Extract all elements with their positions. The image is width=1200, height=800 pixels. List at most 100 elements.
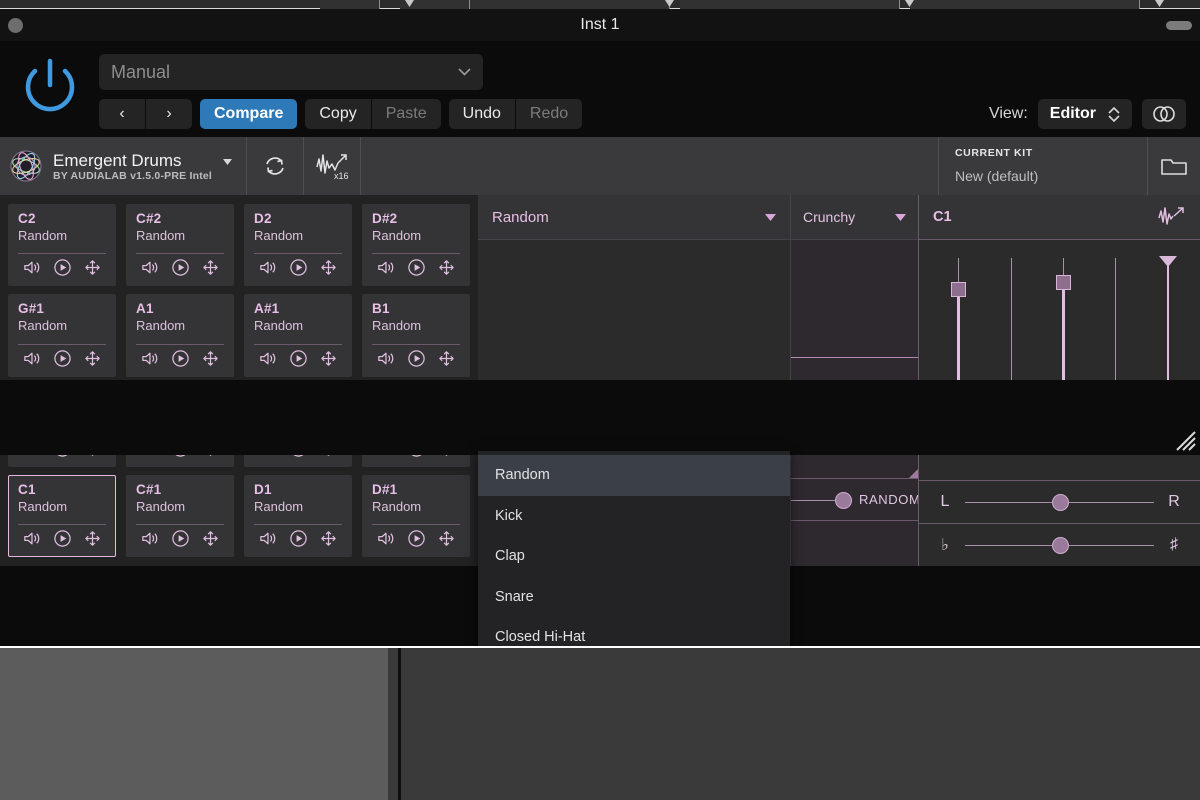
next-preset-button[interactable]: ›	[146, 99, 192, 129]
pad-Asharp1[interactable]: A#1 Random	[244, 294, 352, 377]
pad-note-label: C1	[18, 481, 36, 497]
tune-knob[interactable]	[1051, 536, 1069, 554]
link-icon	[1153, 106, 1175, 122]
speaker-icon[interactable]	[376, 258, 395, 277]
fader-high-handle[interactable]	[1159, 256, 1177, 267]
resize-grip-icon[interactable]	[1171, 426, 1197, 452]
drag-move-icon[interactable]	[201, 258, 220, 277]
pad-actions	[372, 343, 460, 372]
play-circle-icon[interactable]	[171, 529, 190, 548]
pad-actions	[136, 343, 224, 372]
play-circle-icon[interactable]	[53, 529, 72, 548]
plugin-brand-bar: Emergent Drums BY AUDIALAB v1.5.0-PRE In…	[0, 137, 1200, 195]
dropdown-option-clap[interactable]: Clap	[478, 536, 790, 577]
resize-grip-icon[interactable]	[909, 469, 918, 478]
fader-handle[interactable]	[951, 281, 966, 297]
pad-actions	[136, 253, 224, 281]
drag-move-icon[interactable]	[319, 349, 338, 368]
pad-Csharp2[interactable]: C#2 Random	[126, 204, 234, 287]
speaker-icon[interactable]	[258, 349, 277, 368]
pad-Dsharp1[interactable]: D#1 Random	[362, 474, 470, 557]
speaker-icon[interactable]	[376, 349, 395, 368]
drag-move-icon[interactable]	[437, 529, 456, 548]
fader-handle[interactable]	[1056, 275, 1071, 291]
regenerate-button[interactable]	[247, 137, 303, 195]
drag-move-icon[interactable]	[83, 529, 102, 548]
sample-type-select[interactable]: Random	[478, 195, 790, 240]
speaker-icon[interactable]	[376, 529, 395, 548]
dropdown-option-random[interactable]: Random	[478, 455, 790, 496]
pad-A1[interactable]: A1 Random	[126, 294, 234, 377]
speaker-icon[interactable]	[258, 258, 277, 277]
copy-button[interactable]: Copy	[305, 99, 371, 129]
generate-x16-button[interactable]: x16	[304, 137, 360, 195]
speaker-icon[interactable]	[22, 258, 41, 277]
pad-Dsharp2[interactable]: D#2 Random	[362, 204, 470, 287]
play-circle-icon[interactable]	[407, 349, 426, 368]
pan-knob[interactable]	[1051, 493, 1069, 511]
sample-type-dropdown[interactable]: RandomKickClapSnareClosed Hi-HatOpen Hi-…	[478, 451, 790, 646]
caret-down-icon	[765, 213, 776, 221]
drag-move-icon[interactable]	[83, 349, 102, 368]
play-circle-icon[interactable]	[407, 529, 426, 548]
window-resize-pill-icon[interactable]	[1166, 21, 1192, 30]
play-circle-icon[interactable]	[171, 258, 190, 277]
dropdown-option-snare[interactable]: Snare	[478, 577, 790, 618]
play-circle-icon[interactable]	[289, 349, 308, 368]
pad-B1[interactable]: B1 Random	[362, 294, 470, 377]
speaker-icon[interactable]	[22, 529, 41, 548]
prev-preset-button[interactable]: ‹	[99, 99, 145, 129]
drag-move-icon[interactable]	[201, 529, 220, 548]
randomness-knob[interactable]	[835, 492, 852, 509]
drag-move-icon[interactable]	[437, 258, 456, 277]
link-button[interactable]	[1142, 99, 1186, 129]
tune-track[interactable]	[965, 536, 1154, 554]
power-icon[interactable]	[19, 55, 81, 117]
drag-move-icon[interactable]	[83, 258, 102, 277]
pan-track[interactable]	[965, 493, 1154, 511]
open-kit-button[interactable]	[1148, 137, 1200, 195]
speaker-icon[interactable]	[140, 349, 159, 368]
speaker-icon[interactable]	[258, 529, 277, 548]
preset-nav-group: ‹ ›	[99, 99, 192, 129]
pad-actions	[18, 524, 106, 552]
drag-move-icon[interactable]	[201, 349, 220, 368]
drag-move-icon[interactable]	[319, 529, 338, 548]
drag-move-icon[interactable]	[437, 349, 456, 368]
view-select[interactable]: Editor	[1037, 99, 1132, 129]
pad-C2[interactable]: C2 Random	[8, 204, 116, 287]
play-circle-icon[interactable]	[53, 258, 72, 277]
caret-down-icon[interactable]	[223, 159, 233, 165]
pad-C1[interactable]: C1 Random	[8, 474, 116, 557]
paste-button[interactable]: Paste	[371, 99, 441, 129]
play-circle-icon[interactable]	[171, 349, 190, 368]
play-circle-icon[interactable]	[407, 258, 426, 277]
pad-kind-label: Random	[372, 318, 422, 334]
pad-Csharp1[interactable]: C#1 Random	[126, 474, 234, 557]
dropdown-option-kick[interactable]: Kick	[478, 496, 790, 537]
speaker-icon[interactable]	[22, 349, 41, 368]
waveform-export-icon[interactable]	[1158, 206, 1186, 228]
compare-button[interactable]: Compare	[200, 99, 298, 129]
pad-D1[interactable]: D1 Random	[244, 474, 352, 557]
play-circle-icon[interactable]	[53, 349, 72, 368]
brand-block[interactable]: Emergent Drums BY AUDIALAB v1.5.0-PRE In…	[0, 137, 246, 195]
speaker-icon[interactable]	[140, 258, 159, 277]
redo-button[interactable]: Redo	[515, 99, 583, 129]
style-select[interactable]: Crunchy	[791, 195, 918, 240]
randomness-slider[interactable]: RANDOM	[791, 478, 920, 521]
pad-kind-label: Random	[136, 228, 186, 243]
drag-move-icon[interactable]	[319, 258, 338, 277]
pan-slider[interactable]: L R	[919, 480, 1200, 523]
preset-select[interactable]: Manual	[99, 54, 483, 90]
pad-D2[interactable]: D2 Random	[244, 204, 352, 287]
play-circle-icon[interactable]	[289, 258, 308, 277]
pad-note-label: D2	[254, 211, 272, 226]
tune-slider[interactable]: ♭ ♯	[919, 523, 1200, 566]
pad-Gsharp1[interactable]: G#1 Random	[8, 294, 116, 377]
undo-button[interactable]: Undo	[448, 99, 515, 129]
dropdown-option-closed-hi-hat[interactable]: Closed Hi-Hat	[478, 617, 790, 646]
xy-pad-upper[interactable]	[791, 240, 918, 358]
play-circle-icon[interactable]	[289, 529, 308, 548]
speaker-icon[interactable]	[140, 529, 159, 548]
